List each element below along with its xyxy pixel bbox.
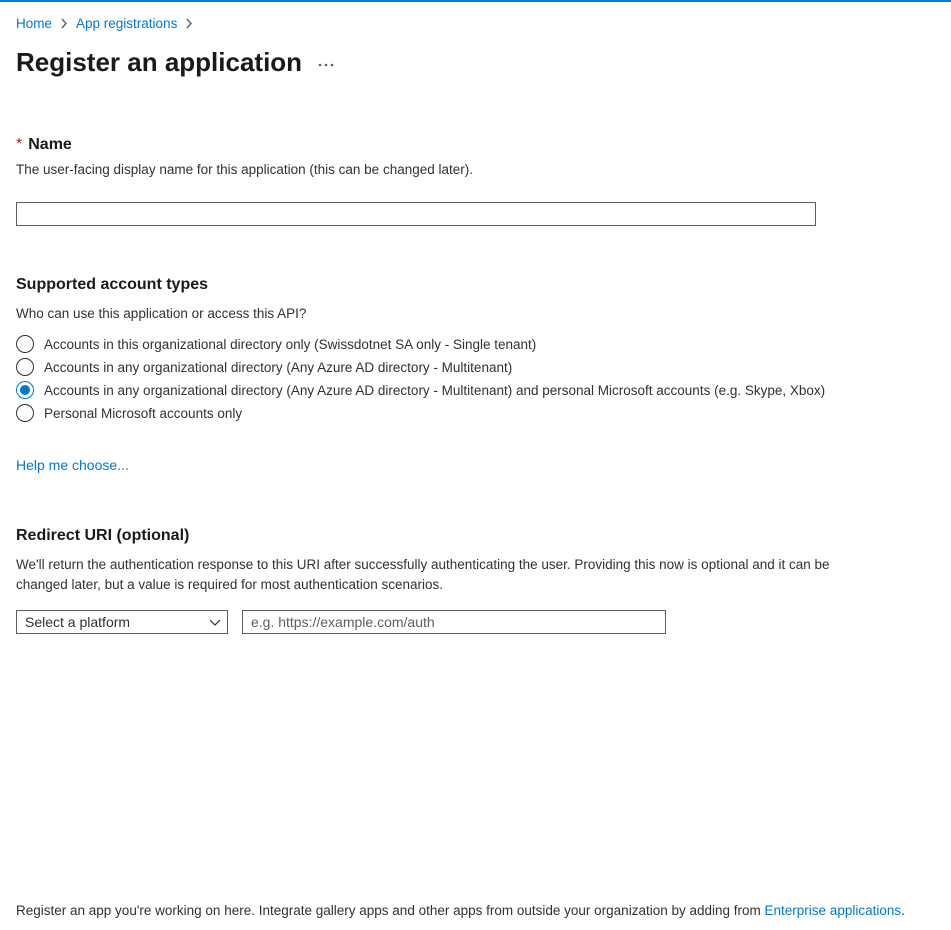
account-type-option-label: Accounts in any organizational directory… (44, 383, 825, 398)
platform-select-value: Select a platform (25, 614, 130, 630)
account-type-option-1[interactable]: Accounts in any organizational directory… (16, 358, 935, 376)
name-label: * Name (16, 136, 935, 154)
redirect-uri-heading: Redirect URI (optional) (16, 527, 935, 545)
account-type-option-label: Accounts in any organizational directory… (44, 360, 512, 375)
account-types-heading: Supported account types (16, 276, 935, 294)
radio-icon (16, 404, 34, 422)
account-type-option-0[interactable]: Accounts in this organizational director… (16, 335, 935, 353)
enterprise-applications-link[interactable]: Enterprise applications (765, 903, 902, 918)
name-description: The user-facing display name for this ap… (16, 160, 836, 180)
app-name-input[interactable] (16, 202, 816, 226)
page-title: Register an application (16, 47, 302, 78)
breadcrumb-home[interactable]: Home (16, 16, 52, 31)
breadcrumb: Home App registrations (16, 16, 935, 31)
account-type-option-2[interactable]: Accounts in any organizational directory… (16, 381, 935, 399)
required-star-icon: * (16, 136, 22, 154)
account-type-option-label: Personal Microsoft accounts only (44, 406, 242, 421)
account-types-radio-group: Accounts in this organizational director… (16, 335, 935, 422)
account-type-option-label: Accounts in this organizational director… (44, 337, 536, 352)
radio-icon (16, 358, 34, 376)
chevron-right-icon (185, 18, 193, 29)
redirect-uri-description: We'll return the authentication response… (16, 555, 836, 594)
ellipsis-icon (318, 63, 334, 67)
help-me-choose-link[interactable]: Help me choose... (16, 457, 129, 473)
chevron-right-icon (60, 18, 68, 29)
platform-select[interactable]: Select a platform (16, 610, 228, 634)
radio-icon (16, 335, 34, 353)
more-actions-button[interactable] (318, 54, 334, 72)
breadcrumb-app-registrations[interactable]: App registrations (76, 16, 177, 31)
account-types-question: Who can use this application or access t… (16, 304, 836, 324)
redirect-uri-input[interactable] (242, 610, 666, 634)
radio-icon (16, 381, 34, 399)
chevron-down-icon (209, 614, 221, 630)
footer-note: Register an app you're working on here. … (16, 903, 935, 918)
account-type-option-3[interactable]: Personal Microsoft accounts only (16, 404, 935, 422)
